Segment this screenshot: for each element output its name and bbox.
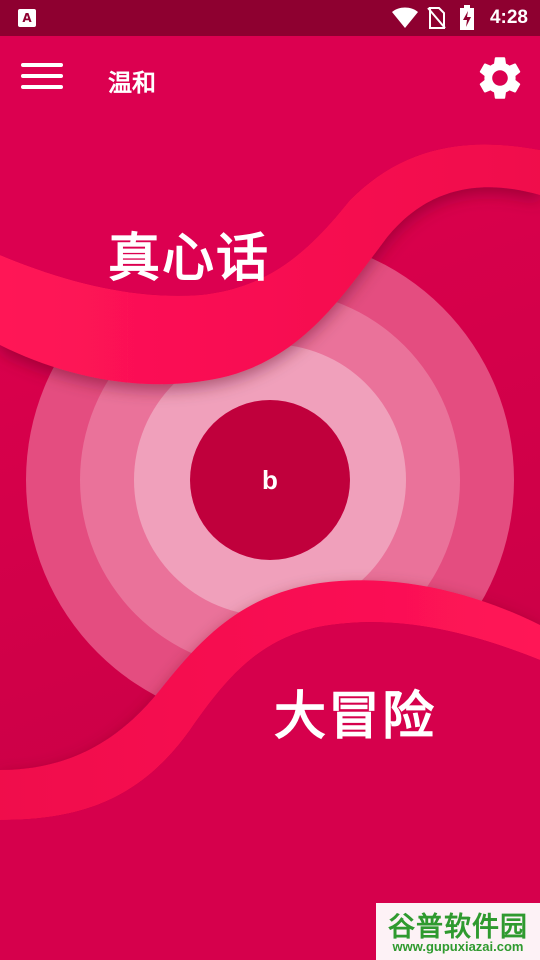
spin-button[interactable]: b [190, 400, 350, 560]
hamburger-menu-icon[interactable] [18, 56, 66, 96]
truth-option[interactable]: 真心话 [108, 216, 270, 291]
gear-icon[interactable] [474, 52, 526, 104]
page-title: 温和 [108, 69, 156, 97]
toolbar: 温和 [0, 36, 540, 120]
battery-charging-icon [460, 5, 474, 30]
watermark: 谷普软件园 www.gupuxiazai.com [376, 903, 540, 960]
dare-option[interactable]: 大冒险 [274, 674, 436, 749]
clock: 4:28 [489, 7, 528, 28]
status-bar: A 4:28 [0, 0, 540, 36]
spin-button-label: b [262, 464, 278, 495]
wifi-icon [392, 7, 418, 28]
watermark-url: www.gupuxiazai.com [392, 939, 524, 954]
no-sim-icon [427, 7, 446, 29]
notification-icon: A [18, 9, 36, 27]
